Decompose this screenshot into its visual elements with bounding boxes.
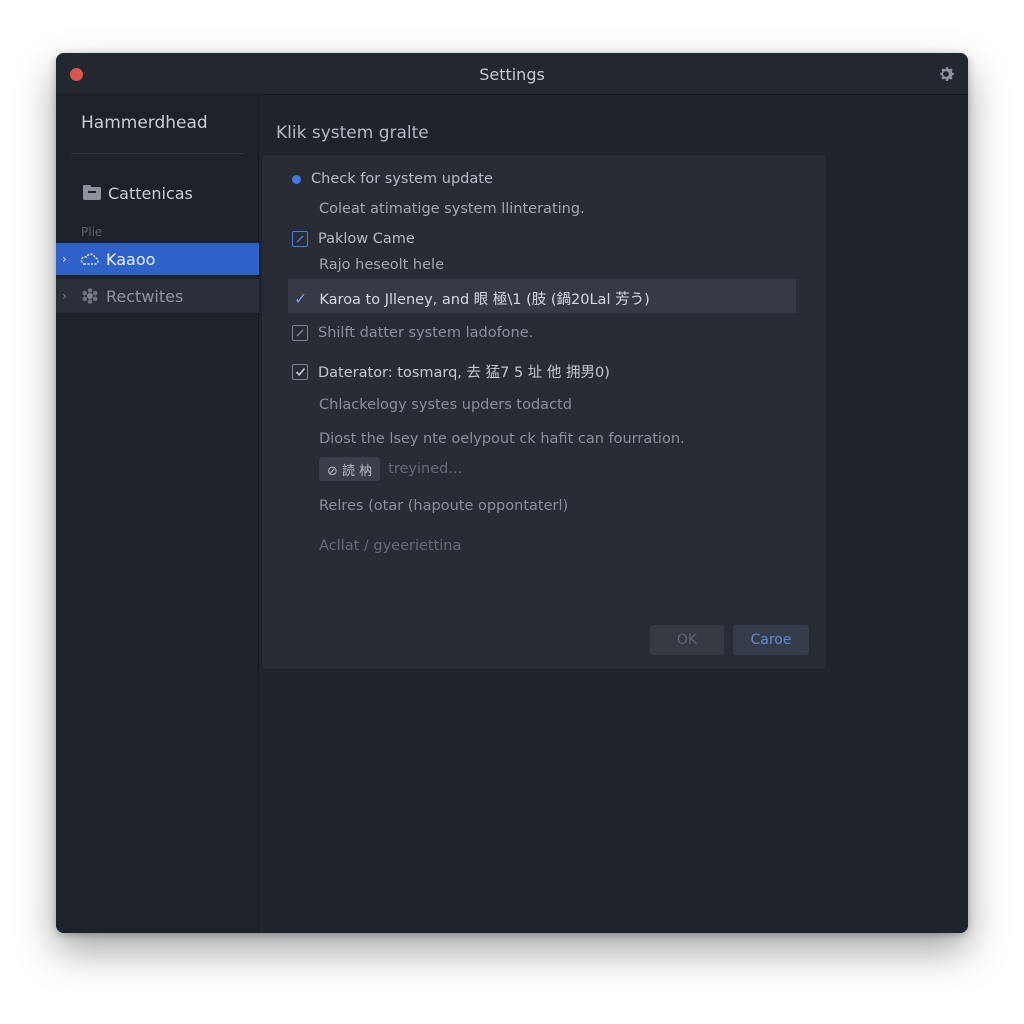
tag-row-text: treyined... xyxy=(388,461,463,477)
option-label: Karoa to Jlleney, and 眼 極\1 (肢 (鍋20Lal 芳… xyxy=(319,292,650,308)
flower-icon xyxy=(82,288,98,304)
cancel-button[interactable]: Caroe xyxy=(733,625,809,655)
option-label: Check for system update xyxy=(311,171,493,187)
option-label: Shilft datter system ladofone. xyxy=(318,325,534,341)
checkbox-checked-icon[interactable] xyxy=(292,363,308,380)
settings-panel: Check for system update Coleat atimatige… xyxy=(262,155,826,669)
paklow-came-option[interactable]: Paklow Came xyxy=(292,231,415,247)
chevron-right-icon: › xyxy=(62,252,67,266)
window-title: Settings xyxy=(479,65,545,84)
option-description-text: Relres (otar (hapoute oppontaterl) xyxy=(319,498,569,514)
option-description: Rajo heseolt hele xyxy=(319,257,444,273)
option-description: Acllat / gyeeriettina xyxy=(319,538,461,554)
check-mark-icon xyxy=(295,367,305,376)
option-label: Paklow Came xyxy=(318,231,415,247)
settings-window: Settings Hammerdhead Cattenicas Plie › K… xyxy=(56,53,968,933)
ok-button[interactable]: OK xyxy=(650,625,724,655)
sidebar: Hammerdhead Cattenicas Plie › Kaaoo › Re… xyxy=(56,95,259,933)
sidebar-item-label: Rectwites xyxy=(106,286,184,306)
check-for-update-option[interactable]: Check for system update xyxy=(292,171,493,187)
option-description: Coleat atimatige system llinterating. xyxy=(319,201,585,217)
option-description: Chlackelogy systes upders todactd xyxy=(319,397,572,413)
checkbox-icon[interactable] xyxy=(292,231,308,247)
slash-mark-icon xyxy=(296,235,304,243)
sidebar-divider xyxy=(71,153,244,154)
option-description-text: Rajo heseolt hele xyxy=(319,257,444,273)
sidebar-item-label: Kaaoo xyxy=(106,249,156,269)
karoa-option[interactable]: ✓ Karoa to Jlleney, and 眼 極\1 (肢 (鍋20Lal… xyxy=(294,288,650,309)
option-label: Daterator: tosmarq, 去 猛7 5 址 他 拥男0) xyxy=(318,365,610,381)
folder-icon xyxy=(83,185,101,200)
chevron-right-icon: › xyxy=(62,289,67,303)
main-content: Klik system gralte Check for system upda… xyxy=(260,95,968,933)
option-description-text: Coleat atimatige system llinterating. xyxy=(319,201,585,217)
option-description: Diost the lsey nte oelypout ck hafit can… xyxy=(319,431,685,447)
option-description: Relres (otar (hapoute oppontaterl) xyxy=(319,498,568,514)
option-description-text: Diost the lsey nte oelypout ck hafit can… xyxy=(319,431,685,447)
option-description-text: Chlackelogy systes upders todactd xyxy=(319,397,572,413)
sidebar-brand: Hammerdhead xyxy=(81,113,208,133)
option-description-text: Acllat / gyeeriettina xyxy=(319,538,462,554)
sidebar-item-kaaoo[interactable]: › Kaaoo xyxy=(56,243,259,275)
tag-chip[interactable]: ⊘ 読 枘 xyxy=(319,457,381,481)
slash-mark-icon xyxy=(296,329,304,337)
sidebar-category-label: Cattenicas xyxy=(108,183,193,203)
shift-datter-option[interactable]: Shilft datter system ladofone. xyxy=(292,325,533,341)
title-bar: Settings xyxy=(56,53,968,95)
tag-row: ⊘ 読 枘 treyined... xyxy=(319,457,462,481)
gear-icon[interactable] xyxy=(936,64,956,84)
dashed-cloud-icon xyxy=(80,253,99,265)
sidebar-section-label: Plie xyxy=(81,225,103,239)
radio-dot-icon xyxy=(292,174,301,184)
checkbox-icon[interactable] xyxy=(292,325,308,341)
page-title: Klik system gralte xyxy=(276,123,429,143)
sidebar-item-rectwites[interactable]: › Rectwites xyxy=(56,279,259,313)
check-mark-icon: ✓ xyxy=(294,289,308,308)
daterator-option[interactable]: Daterator: tosmarq, 去 猛7 5 址 他 拥男0) xyxy=(292,361,610,382)
sidebar-category[interactable]: Cattenicas xyxy=(56,177,259,209)
